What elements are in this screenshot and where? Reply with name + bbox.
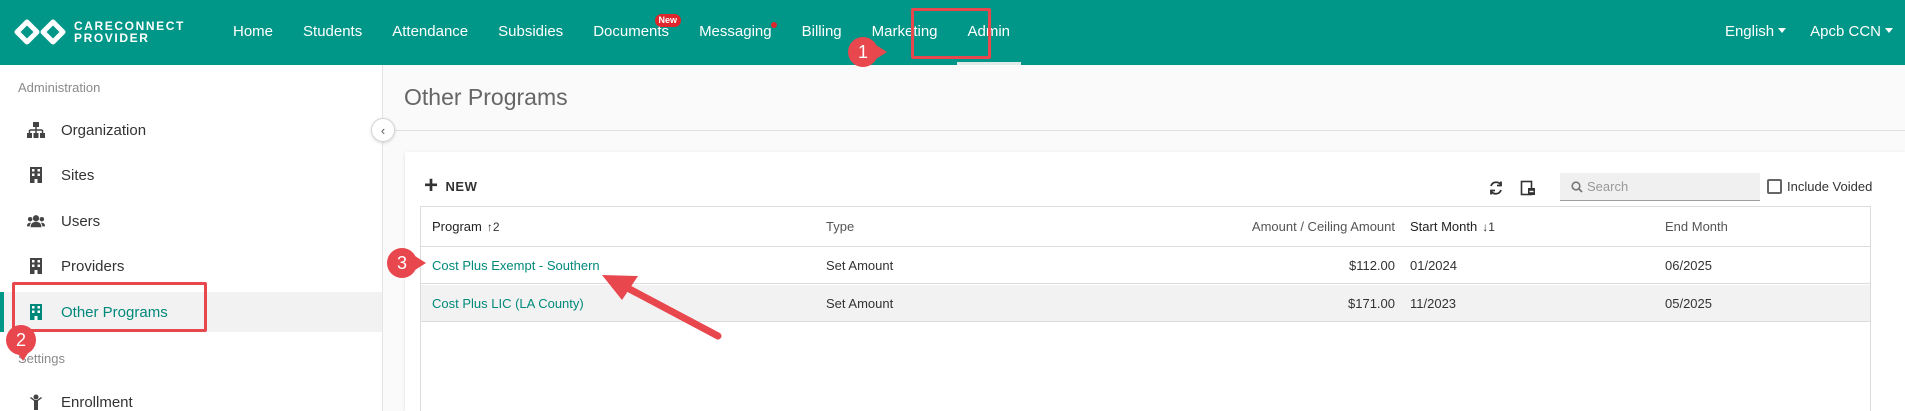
building-icon <box>27 257 45 275</box>
search-input[interactable] <box>1587 179 1757 194</box>
chevron-down-icon <box>1778 28 1787 33</box>
language-dropdown[interactable]: English <box>1713 0 1798 65</box>
section-label-administration: Administration <box>18 80 101 95</box>
nav-messaging[interactable]: Messaging <box>684 0 787 65</box>
app-logo[interactable]: CARECONNECT PROVIDER <box>14 19 185 45</box>
column-header-label: End Month <box>1665 219 1728 234</box>
users-icon <box>27 212 45 230</box>
end-month-cell: 06/2025 <box>1665 257 1712 273</box>
sitemap-icon <box>27 121 45 139</box>
type-cell: Set Amount <box>826 295 894 311</box>
export-icon <box>1520 180 1535 196</box>
user-menu-area: English Apcb CCN <box>1713 0 1905 65</box>
annotation-arrow-icon <box>602 275 722 340</box>
search-field <box>1560 173 1760 201</box>
language-label: English <box>1724 23 1775 40</box>
include-voided-toggle[interactable]: Include Voided <box>1767 179 1872 194</box>
nav-documents[interactable]: Documents New <box>578 0 684 65</box>
chevron-left-icon: ‹ <box>380 122 386 138</box>
chevron-down-icon <box>1885 28 1893 33</box>
search-icon <box>1571 180 1583 193</box>
type-cell: Set Amount <box>826 257 894 273</box>
nav-subsidies[interactable]: Subsidies <box>483 0 578 65</box>
sidebar: Administration Organization Sites Users … <box>0 65 383 411</box>
sidebar-item-label: Providers <box>61 257 125 275</box>
new-button-label: NEW <box>445 178 478 194</box>
child-icon <box>27 393 45 411</box>
page-title: Other Programs <box>404 84 568 110</box>
program-link[interactable]: Cost Plus Exempt - Southern <box>432 258 600 273</box>
column-header-type[interactable]: Type <box>826 207 854 246</box>
step-3-badge: 3 <box>387 248 426 278</box>
sort-ascending-icon: ↑2 <box>486 219 500 234</box>
sidebar-item-sites[interactable]: Sites <box>0 155 382 195</box>
building-icon <box>27 166 45 184</box>
sidebar-item-label: Organization <box>61 121 147 139</box>
nav-students[interactable]: Students <box>288 0 377 65</box>
nav-students-label: Students <box>303 23 363 40</box>
divider <box>384 130 1905 131</box>
column-header-label: Start Month <box>1410 219 1478 234</box>
highlight-admin-box <box>911 8 991 59</box>
step-2-badge: 2 <box>6 325 36 361</box>
column-header-program[interactable]: Program ↑2 <box>432 207 500 246</box>
nav-home-label: Home <box>233 23 274 40</box>
collapse-sidebar-button[interactable]: ‹ <box>371 118 395 142</box>
highlight-other-programs-box <box>12 282 207 332</box>
logo-line-2: PROVIDER <box>74 31 150 45</box>
amount-cell: $112.00 <box>1348 257 1395 273</box>
nav-home[interactable]: Home <box>218 0 288 65</box>
sidebar-item-providers[interactable]: Providers <box>0 246 382 286</box>
account-dropdown[interactable]: Apcb CCN <box>1798 0 1905 65</box>
column-header-label: Amount / Ceiling Amount <box>1251 219 1395 234</box>
amount-cell: $171.00 <box>1348 295 1395 311</box>
column-header-start-month[interactable]: Start Month ↓1 <box>1410 207 1495 246</box>
sort-descending-icon: ↓1 <box>1482 219 1495 234</box>
nav-attendance-label: Attendance <box>392 23 469 40</box>
sidebar-item-label: Sites <box>61 166 95 184</box>
new-program-button[interactable]: + NEW <box>424 172 478 199</box>
careconnect-logo-icon <box>14 19 66 45</box>
sidebar-item-organization[interactable]: Organization <box>0 110 382 150</box>
export-button[interactable] <box>1518 178 1538 198</box>
start-month-cell: 11/2023 <box>1410 295 1457 311</box>
program-link[interactable]: Cost Plus LIC (LA County) <box>432 296 584 311</box>
sidebar-item-users[interactable]: Users <box>0 201 382 241</box>
nav-billing-label: Billing <box>801 23 842 40</box>
column-header-label: Program <box>432 219 482 234</box>
column-header-end-month[interactable]: End Month <box>1665 207 1728 246</box>
program-cell: Cost Plus Exempt - Southern <box>432 247 600 283</box>
unread-dot <box>770 22 777 28</box>
program-cell: Cost Plus LIC (LA County) <box>432 285 584 321</box>
nav-attendance[interactable]: Attendance <box>377 0 483 65</box>
sidebar-item-label: Enrollment <box>61 393 133 411</box>
new-badge: New <box>654 14 682 27</box>
include-voided-checkbox[interactable] <box>1767 179 1782 194</box>
start-month-cell: 01/2024 <box>1410 257 1457 273</box>
include-voided-label: Include Voided <box>1787 179 1873 194</box>
refresh-icon <box>1490 181 1502 195</box>
column-header-label: Type <box>826 219 855 234</box>
step-1-badge: 1 <box>848 37 887 67</box>
end-month-cell: 05/2025 <box>1665 295 1712 311</box>
nav-subsidies-label: Subsidies <box>498 23 564 40</box>
table-header: Program ↑2 Type Amount / Ceiling Amount … <box>421 207 1870 247</box>
nav-billing[interactable]: Billing <box>787 0 857 65</box>
sidebar-item-enrollment[interactable]: Enrollment <box>0 382 382 411</box>
refresh-button[interactable] <box>1486 178 1506 198</box>
nav-messaging-label: Messaging <box>699 23 772 40</box>
sidebar-item-label: Users <box>61 212 101 230</box>
logo-text: CARECONNECT PROVIDER <box>74 20 185 44</box>
main-nav: Home Students Attendance Subsidies Docum… <box>218 0 1025 65</box>
plus-icon: + <box>424 172 439 199</box>
column-header-amount[interactable]: Amount / Ceiling Amount <box>1252 207 1395 246</box>
account-label: Apcb CCN <box>1810 23 1881 40</box>
